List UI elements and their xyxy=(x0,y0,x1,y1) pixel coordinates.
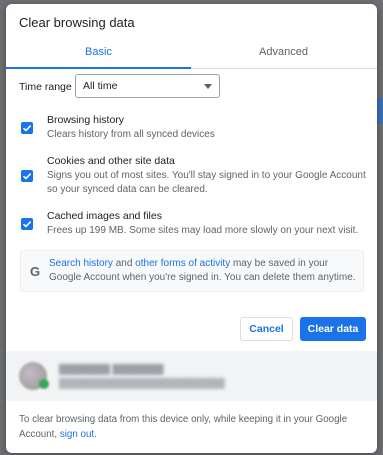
footer-end: . xyxy=(94,429,97,440)
time-range-value: All time xyxy=(83,80,118,92)
account-email-redacted: ██████████████████████████ xyxy=(59,378,225,388)
google-g-icon: G xyxy=(30,264,41,279)
clear-data-button[interactable]: Clear data xyxy=(300,317,366,341)
tab-advanced[interactable]: Advanced xyxy=(191,38,376,67)
option-description: Clears history from all synced devices xyxy=(47,129,215,140)
search-history-link[interactable]: Search history xyxy=(49,258,113,269)
tab-bar: Basic Advanced xyxy=(6,38,377,69)
info-text-between: and xyxy=(112,258,136,269)
option-title: Browsing history xyxy=(47,114,125,126)
dialog-title: Clear browsing data xyxy=(19,15,135,30)
account-row: ████████ ████████ ██████████████████████… xyxy=(6,351,377,401)
clear-browsing-data-dialog: Clear browsing data Basic Advanced Time … xyxy=(6,4,377,453)
checkmark-icon xyxy=(22,221,32,228)
time-range-select[interactable]: All time xyxy=(75,74,220,98)
background-accent-strip xyxy=(377,98,383,124)
footer-text: To clear browsing data from this device … xyxy=(19,412,359,442)
info-text: Search history and other forms of activi… xyxy=(49,257,359,285)
other-activity-link[interactable]: other forms of activity xyxy=(135,258,230,269)
sync-badge-icon xyxy=(39,379,49,389)
checkmark-icon xyxy=(22,125,32,132)
checkmark-icon xyxy=(22,173,32,180)
option-title: Cookies and other site data xyxy=(47,155,175,167)
time-range-label: Time range xyxy=(19,81,72,93)
checkbox-cookies[interactable] xyxy=(21,170,33,182)
option-description: Frees up 199 MB. Some sites may load mor… xyxy=(47,225,359,236)
option-description: Signs you out of most sites. You'll stay… xyxy=(47,170,366,195)
sign-out-link[interactable]: sign out xyxy=(60,429,94,440)
tab-basic[interactable]: Basic xyxy=(6,38,191,69)
dropdown-arrow-icon xyxy=(204,84,212,89)
checkbox-browsing-history[interactable] xyxy=(21,122,33,134)
activity-info-box: G Search history and other forms of acti… xyxy=(20,250,364,292)
account-name-redacted: ████████ ████████ xyxy=(59,364,164,374)
cancel-button[interactable]: Cancel xyxy=(240,317,293,341)
option-title: Cached images and files xyxy=(47,210,162,222)
checkbox-cached-images[interactable] xyxy=(21,218,33,230)
